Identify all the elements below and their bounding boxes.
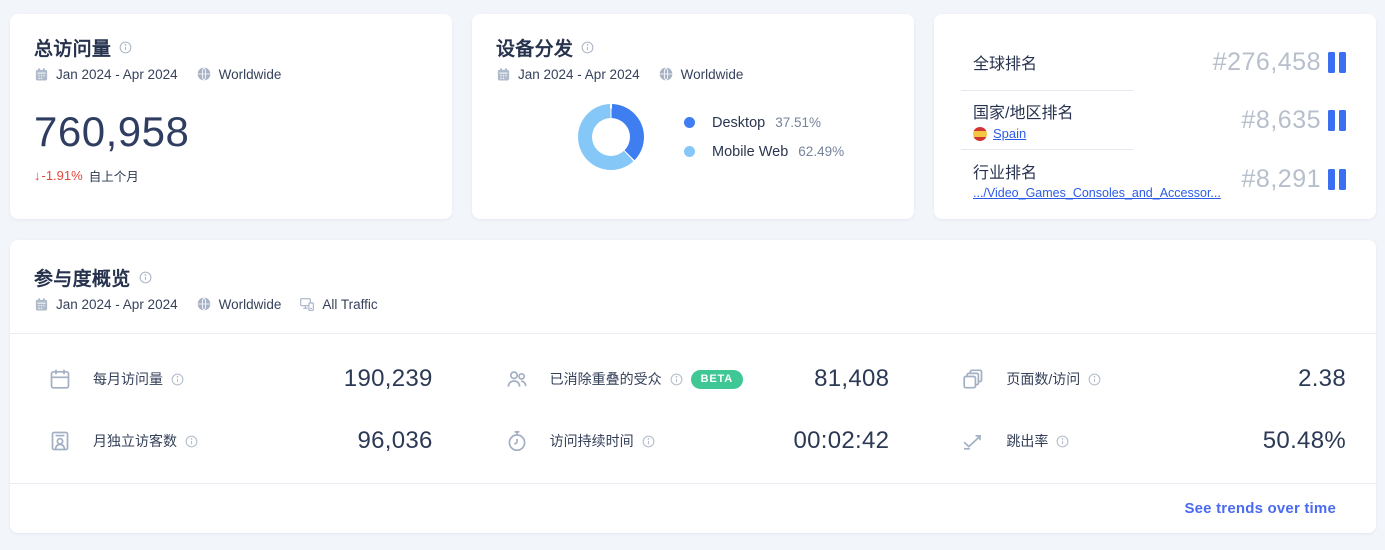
total-visits-card: 总访问量 Jan 2024 - Apr 2024 Worldwide 760,9… [10, 14, 452, 219]
metric-label: 跳出率 [1006, 433, 1049, 449]
region-label: Worldwide [218, 66, 282, 82]
mobile-web-legend-dot [684, 146, 695, 157]
device-legend: Desktop 37.51% Mobile Web 62.49% [684, 115, 844, 160]
metric-value: 190,239 [343, 365, 433, 392]
total-visits-title: 总访问量 [34, 39, 112, 60]
unique-visitor-icon [48, 429, 72, 453]
device-distribution-card: 设备分发 Jan 2024 - Apr 2024 Worldwide Deskt… [472, 14, 914, 219]
rank-bars-icon [1328, 109, 1346, 131]
info-icon[interactable] [118, 40, 133, 55]
date-range: Jan 2024 - Apr 2024 [56, 66, 178, 82]
metric-pages-per-visit: 页面数/访问 2.38 [961, 365, 1346, 393]
metric-label: 访问持续时间 [549, 433, 634, 449]
global-rank-value: #276,458 [1212, 47, 1321, 76]
metric-visit-duration: 访问持续时间 00:02:42 [505, 427, 890, 455]
metric-value: 96,036 [357, 427, 433, 454]
engagement-overview-card: 参与度概览 Jan 2024 - Apr 2024 Worldwide All … [10, 240, 1376, 533]
monthly-visits-icon [48, 367, 72, 391]
top-cards-row: 总访问量 Jan 2024 - Apr 2024 Worldwide 760,9… [10, 14, 1376, 219]
industry-link[interactable]: .../Video_Games_Consoles_and_Accessor... [973, 186, 1221, 200]
rank-bars-icon [1328, 168, 1346, 190]
country-rank-label: 国家/地区排名 [973, 105, 1074, 122]
device-donut [578, 104, 644, 170]
traffic-filter-label: All Traffic [322, 296, 378, 312]
change-note: 自上个月 [88, 170, 139, 184]
pages-icon [961, 367, 985, 391]
globe-icon [196, 66, 212, 82]
globe-icon [196, 296, 212, 312]
info-icon[interactable] [138, 270, 153, 285]
legend-item-mobile-web: Mobile Web 62.49% [684, 144, 844, 160]
info-icon[interactable] [184, 434, 199, 449]
bounce-rate-icon [961, 429, 985, 453]
legend-percent: 62.49% [798, 144, 845, 159]
country-link[interactable]: Spain [993, 126, 1026, 141]
date-range: Jan 2024 - Apr 2024 [518, 66, 640, 82]
beta-badge: BETA [690, 369, 743, 389]
calendar-icon [496, 67, 511, 82]
rank-bars-icon [1328, 51, 1346, 73]
change-percent: -1.91% [41, 168, 83, 183]
country-rank-row: 国家/地区排名 Spain #8,635 [973, 91, 1346, 149]
industry-rank-label: 行业排名 [973, 164, 1038, 182]
date-range: Jan 2024 - Apr 2024 [56, 296, 178, 312]
info-icon[interactable] [1055, 434, 1070, 449]
legend-label: Mobile Web [712, 143, 789, 160]
metric-monthly-unique-visitors: 月独立访客数 96,036 [48, 427, 433, 455]
metric-monthly-visits: 每月访问量 190,239 [48, 365, 433, 393]
legend-label: Desktop [712, 114, 766, 131]
global-rank-row: 全球排名 #276,458 [973, 34, 1346, 90]
metric-deduplicated-audience: 已消除重叠的受众 BETA 81,408 [505, 365, 890, 393]
industry-rank-row: 行业排名 .../Video_Games_Consoles_and_Access… [973, 150, 1346, 208]
calendar-icon [34, 297, 49, 312]
donut-hole [592, 118, 630, 156]
info-icon[interactable] [580, 40, 595, 55]
rankings-card: 全球排名 #276,458 国家/地区排名 Spain #8,635 行业排名 … [934, 14, 1376, 219]
stopwatch-icon [505, 429, 529, 453]
total-visits-value: 760,958 [34, 108, 190, 155]
region-label: Worldwide [680, 66, 744, 82]
metric-value: 2.38 [1298, 365, 1346, 392]
region-label: Worldwide [218, 296, 282, 312]
metric-value: 00:02:42 [793, 427, 890, 454]
spain-flag-icon [973, 126, 987, 141]
legend-percent: 37.51% [775, 115, 821, 130]
see-trends-link[interactable]: See trends over time [1184, 500, 1336, 517]
all-traffic-icon [299, 296, 315, 312]
engagement-title: 参与度概览 [34, 269, 131, 290]
engagement-metrics-grid: 每月访问量 190,239 已消除重叠的受众 BETA 81,408 页面数/访… [10, 334, 1376, 455]
country-rank-value: #8,635 [1241, 105, 1321, 134]
metric-value: 50.48% [1262, 427, 1346, 454]
device-distribution-title: 设备分发 [496, 39, 574, 60]
metric-label: 已消除重叠的受众 [549, 371, 662, 387]
info-icon[interactable] [1087, 372, 1102, 387]
metric-label: 月独立访客数 [93, 433, 177, 449]
legend-item-desktop: Desktop 37.51% [684, 115, 844, 131]
industry-rank-value: #8,291 [1241, 164, 1321, 193]
global-rank-label: 全球排名 [973, 56, 1038, 73]
calendar-icon [34, 67, 49, 82]
desktop-legend-dot [684, 117, 695, 128]
info-icon[interactable] [669, 372, 684, 387]
metric-label: 每月访问量 [93, 371, 163, 387]
metric-bounce-rate: 跳出率 50.48% [961, 427, 1346, 455]
globe-icon [658, 66, 674, 82]
down-arrow-icon: ↓ [34, 168, 41, 183]
audience-icon [505, 367, 529, 391]
metric-label: 页面数/访问 [1006, 371, 1081, 387]
metric-value: 81,408 [814, 365, 890, 392]
info-icon[interactable] [641, 434, 656, 449]
info-icon[interactable] [170, 372, 185, 387]
